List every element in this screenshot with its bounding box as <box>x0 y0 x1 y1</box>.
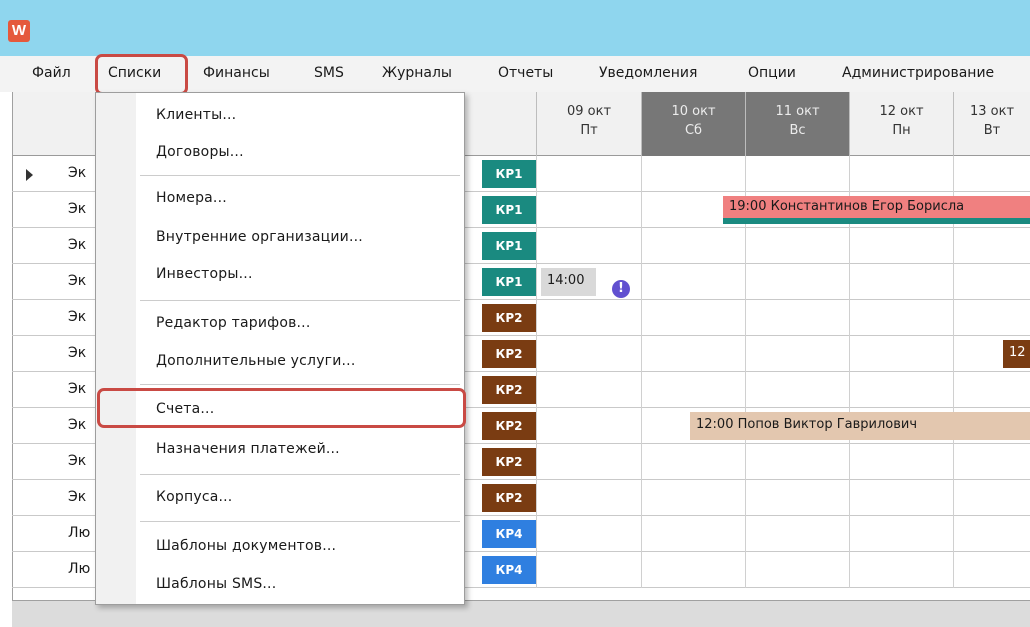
day-date: 10 окт <box>671 104 716 119</box>
day-weekday: Сб <box>684 123 703 138</box>
room-tag: КР2 <box>482 340 536 368</box>
menu-item-contracts[interactable]: Договоры... <box>156 144 244 160</box>
menu-item-sms-templates[interactable]: Шаблоны SMS... <box>156 576 276 592</box>
room-tag: КР4 <box>482 556 536 584</box>
day-header-0[interactable]: 09 окт Пт <box>536 92 641 156</box>
menu-item-doc-templates[interactable]: Шаблоны документов... <box>156 538 336 554</box>
menu-item-investors[interactable]: Инвесторы... <box>156 266 253 282</box>
lists-dropdown-menu: Клиенты... Договоры... Номера... Внутрен… <box>95 92 465 605</box>
room-tag: КР1 <box>482 268 536 296</box>
row-name: Эк <box>68 201 87 217</box>
menu-item-buildings[interactable]: Корпуса... <box>156 489 232 505</box>
room-tag: КР2 <box>482 484 536 512</box>
room-tag: КР4 <box>482 520 536 548</box>
row-name: Лю <box>68 561 91 577</box>
day-date: 09 окт <box>566 104 612 119</box>
day-weekday: Вт <box>983 123 1001 138</box>
menu-item-internal-orgs[interactable]: Внутренние организации... <box>156 229 363 245</box>
menu-separator <box>140 175 460 176</box>
row-name: Эк <box>68 309 87 325</box>
day-weekday: Пт <box>580 123 598 138</box>
room-tag: КР1 <box>482 196 536 224</box>
row-name: Эк <box>68 417 87 433</box>
room-tag: КР2 <box>482 412 536 440</box>
room-tag: КР1 <box>482 160 536 188</box>
menu-options[interactable]: Опции <box>748 65 796 81</box>
booking-bar[interactable]: 14:00 <box>541 268 596 296</box>
menu-separator <box>140 521 460 522</box>
row-name: Лю <box>68 525 91 541</box>
menu-item-extra-services[interactable]: Дополнительные услуги... <box>156 353 355 369</box>
menu-sms[interactable]: SMS <box>314 65 344 81</box>
day-header-4[interactable]: 13 окт Вт <box>953 92 1030 156</box>
day-weekday: Вс <box>789 123 806 138</box>
day-header-3[interactable]: 12 окт Пн <box>849 92 953 156</box>
menu-reports[interactable]: Отчеты <box>498 65 553 81</box>
menu-item-rooms[interactable]: Номера... <box>156 190 227 206</box>
day-date: 12 окт <box>879 104 924 119</box>
menu-finance[interactable]: Финансы <box>203 65 270 81</box>
day-date: 13 окт <box>969 104 1015 119</box>
row-name: Эк <box>68 453 87 469</box>
day-header-1[interactable]: 10 окт Сб <box>641 92 745 156</box>
menu-item-tariff-editor[interactable]: Редактор тарифов... <box>156 315 311 331</box>
menu-admin[interactable]: Администрирование <box>842 65 994 81</box>
room-tag: КР2 <box>482 376 536 404</box>
row-name: Эк <box>68 165 87 181</box>
day-header-2[interactable]: 11 окт Вс <box>745 92 849 156</box>
row-name: Эк <box>68 345 87 361</box>
booking-bar[interactable]: 19:00 Константинов Егор Борисла <box>723 196 1030 224</box>
alert-icon[interactable]: ! <box>612 280 630 298</box>
room-tag: КР2 <box>482 448 536 476</box>
invoices-highlight <box>97 388 466 428</box>
menu-gutter <box>96 93 136 604</box>
day-date: 11 окт <box>775 104 820 119</box>
room-tag: КР1 <box>482 232 536 260</box>
day-weekday: Пн <box>892 123 911 138</box>
menu-notifications[interactable]: Уведомления <box>599 65 697 81</box>
menu-lists-highlight <box>95 54 188 95</box>
row-name: Эк <box>68 237 87 253</box>
current-row-arrow-icon <box>26 169 33 181</box>
menu-item-clients[interactable]: Клиенты... <box>156 107 236 123</box>
app-logo-icon[interactable]: W <box>8 20 30 42</box>
menu-file[interactable]: Файл <box>32 65 71 81</box>
menu-journals[interactable]: Журналы <box>382 65 452 81</box>
row-name: Эк <box>68 489 87 505</box>
room-tag: КР2 <box>482 304 536 332</box>
title-bar: W <box>0 0 1030 56</box>
booking-bar[interactable]: 12 <box>1003 340 1030 368</box>
menu-separator <box>140 384 460 385</box>
menu-item-payment-purposes[interactable]: Назначения платежей... <box>156 441 340 457</box>
row-name: Эк <box>68 381 87 397</box>
menu-separator <box>140 474 460 475</box>
booking-bar[interactable]: 12:00 Попов Виктор Гаврилович <box>690 412 1030 440</box>
menu-separator <box>140 300 460 301</box>
row-name: Эк <box>68 273 87 289</box>
